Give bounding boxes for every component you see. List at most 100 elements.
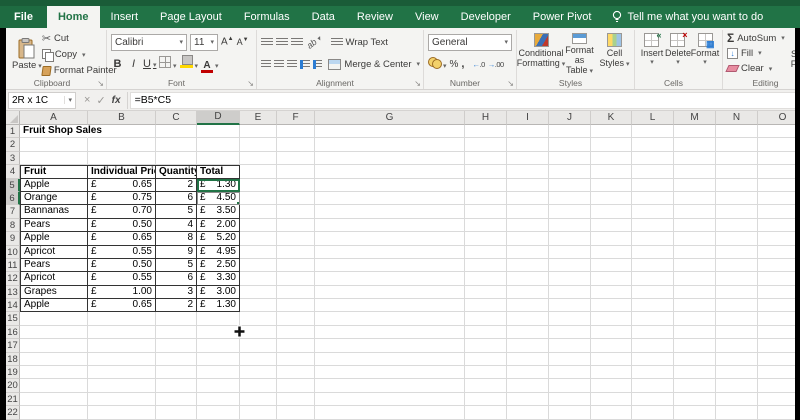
cell-E9[interactable] — [240, 232, 277, 245]
cell-D15[interactable] — [197, 312, 240, 325]
cell-N20[interactable] — [716, 379, 758, 392]
cell-I22[interactable] — [507, 406, 549, 419]
cell-K1[interactable] — [591, 125, 632, 138]
cell-G2[interactable] — [315, 138, 465, 151]
cell-K4[interactable] — [591, 165, 632, 178]
cell-A4[interactable]: Fruit — [20, 165, 88, 178]
align-top-button[interactable] — [261, 38, 273, 47]
align-bottom-button[interactable] — [291, 38, 303, 47]
ribbon-tab-developer[interactable]: Developer — [450, 6, 522, 28]
cell-J4[interactable] — [549, 165, 591, 178]
cell-F6[interactable] — [277, 192, 315, 205]
cell-F20[interactable] — [277, 379, 315, 392]
cell-F1[interactable] — [277, 125, 315, 138]
cell-K5[interactable] — [591, 179, 632, 192]
cell-I7[interactable] — [507, 205, 549, 218]
align-left-button[interactable] — [261, 60, 271, 69]
cell-G6[interactable] — [315, 192, 465, 205]
insert-function-button[interactable]: fx — [112, 95, 121, 106]
cell-A19[interactable] — [20, 366, 88, 379]
cell-M9[interactable] — [674, 232, 716, 245]
cell-C9[interactable]: 8 — [156, 232, 197, 245]
column-header-O[interactable]: O — [758, 111, 800, 125]
cell-K18[interactable] — [591, 353, 632, 366]
cell-G9[interactable] — [315, 232, 465, 245]
cell-F15[interactable] — [277, 312, 315, 325]
fill-button[interactable]: ↓Fill — [727, 46, 785, 60]
cell-B5[interactable]: £0.65 — [88, 179, 156, 192]
cell-B7[interactable]: £0.70 — [88, 205, 156, 218]
borders-button[interactable] — [159, 55, 177, 73]
row-header-11[interactable]: 11 — [6, 259, 20, 272]
cell-H21[interactable] — [465, 393, 507, 406]
row-header-21[interactable]: 21 — [6, 393, 20, 406]
cell-N6[interactable] — [716, 192, 758, 205]
cell-D10[interactable]: £4.95 — [197, 246, 240, 259]
column-header-D[interactable]: D — [197, 111, 240, 125]
cell-K7[interactable] — [591, 205, 632, 218]
cell-A1[interactable]: Fruit Shop Sales — [20, 125, 88, 138]
format-painter-button[interactable]: Format Painter — [42, 63, 117, 78]
cell-E6[interactable] — [240, 192, 277, 205]
conditional-formatting-button[interactable]: Conditional Formatting — [521, 31, 561, 77]
cell-I16[interactable] — [507, 326, 549, 339]
cell-N8[interactable] — [716, 219, 758, 232]
cell-C8[interactable]: 4 — [156, 219, 197, 232]
cell-A16[interactable] — [20, 326, 88, 339]
ribbon-tab-power-pivot[interactable]: Power Pivot — [522, 6, 603, 28]
cell-C16[interactable] — [156, 326, 197, 339]
fill-color-button[interactable] — [180, 55, 199, 73]
cell-G7[interactable] — [315, 205, 465, 218]
cell-E11[interactable] — [240, 259, 277, 272]
cell-N14[interactable] — [716, 299, 758, 312]
cell-L6[interactable] — [632, 192, 674, 205]
cell-B11[interactable]: £0.50 — [88, 259, 156, 272]
cell-B9[interactable]: £0.65 — [88, 232, 156, 245]
cell-J21[interactable] — [549, 393, 591, 406]
cell-K22[interactable] — [591, 406, 632, 419]
cell-O8[interactable] — [758, 219, 800, 232]
cell-B22[interactable] — [88, 406, 156, 419]
cell-J1[interactable] — [549, 125, 591, 138]
bold-button[interactable]: B — [111, 58, 124, 70]
cell-I6[interactable] — [507, 192, 549, 205]
cell-I20[interactable] — [507, 379, 549, 392]
cell-F13[interactable] — [277, 286, 315, 299]
font-dialog-launcher[interactable]: ↘ — [247, 79, 254, 88]
cell-C19[interactable] — [156, 366, 197, 379]
cell-K3[interactable] — [591, 152, 632, 165]
cell-I15[interactable] — [507, 312, 549, 325]
cell-C22[interactable] — [156, 406, 197, 419]
cell-J6[interactable] — [549, 192, 591, 205]
cell-K10[interactable] — [591, 246, 632, 259]
column-header-N[interactable]: N — [716, 111, 758, 125]
cell-G8[interactable] — [315, 219, 465, 232]
cell-D11[interactable]: £2.50 — [197, 259, 240, 272]
cell-I21[interactable] — [507, 393, 549, 406]
orientation-button[interactable]: ab — [305, 33, 323, 51]
cell-F2[interactable] — [277, 138, 315, 151]
cell-L21[interactable] — [632, 393, 674, 406]
cell-F21[interactable] — [277, 393, 315, 406]
cell-E19[interactable] — [240, 366, 277, 379]
cell-G13[interactable] — [315, 286, 465, 299]
row-header-1[interactable]: 1 — [6, 125, 20, 138]
cell-J11[interactable] — [549, 259, 591, 272]
cell-K21[interactable] — [591, 393, 632, 406]
cell-F18[interactable] — [277, 353, 315, 366]
cell-J22[interactable] — [549, 406, 591, 419]
cell-H16[interactable] — [465, 326, 507, 339]
cell-M22[interactable] — [674, 406, 716, 419]
cell-E7[interactable] — [240, 205, 277, 218]
cell-C10[interactable]: 9 — [156, 246, 197, 259]
cell-L22[interactable] — [632, 406, 674, 419]
fill-handle[interactable] — [236, 201, 240, 205]
cell-O12[interactable] — [758, 272, 800, 285]
cell-N18[interactable] — [716, 353, 758, 366]
cell-B12[interactable]: £0.55 — [88, 272, 156, 285]
cell-G3[interactable] — [315, 152, 465, 165]
cell-L20[interactable] — [632, 379, 674, 392]
merge-center-button[interactable]: Merge & Center — [328, 57, 420, 72]
cell-D1[interactable] — [197, 125, 240, 138]
ribbon-tab-formulas[interactable]: Formulas — [233, 6, 301, 28]
